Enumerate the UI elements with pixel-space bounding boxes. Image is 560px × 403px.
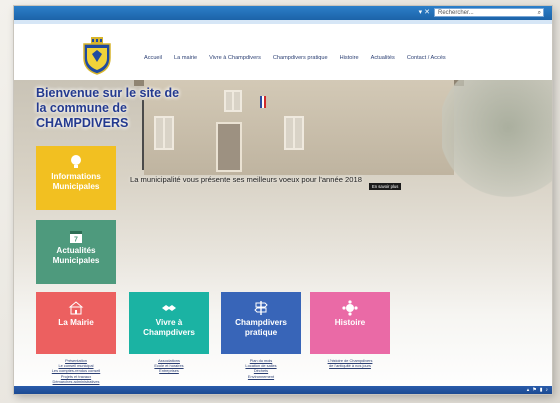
- search-input[interactable]: Rechercher... ⌕: [434, 8, 544, 17]
- link-item[interactable]: Entreprises: [129, 368, 209, 373]
- nav-accueil[interactable]: Accueil: [144, 55, 162, 61]
- search-icon[interactable]: ⌕: [538, 9, 541, 17]
- search-placeholder: Rechercher...: [438, 10, 474, 16]
- mairie-links: Présentation Le conseil municipal Les co…: [36, 358, 116, 384]
- svg-text:7: 7: [74, 237, 78, 244]
- link-item[interactable]: Environnement: [221, 374, 301, 379]
- main-nav: Accueil La mairie Vivre à Champdivers Ch…: [144, 55, 446, 61]
- slide-caption: La municipalité vous présente ses meille…: [130, 175, 362, 184]
- town-hall-icon: [68, 301, 84, 315]
- tile-label: Champdivers pratique: [235, 318, 287, 337]
- handshake-icon: [162, 305, 176, 311]
- coat-of-arms-logo[interactable]: [80, 36, 114, 76]
- welcome-title: Bienvenue sur le site de la commune de C…: [36, 86, 180, 130]
- town-hall-photo: [144, 80, 454, 175]
- link-item[interactable]: Démarches administratives: [36, 379, 116, 384]
- network-icon[interactable]: ▮: [540, 386, 543, 394]
- nav-contact[interactable]: Contact / Accès: [407, 55, 446, 61]
- vivre-links: Associations Ecole et horaires Entrepris…: [129, 358, 209, 374]
- tile-label: Histoire: [334, 318, 366, 327]
- tile-label: Actualités Municipales: [52, 246, 100, 265]
- nav-pratique[interactable]: Champdivers pratique: [273, 55, 328, 61]
- tile-vivre-a-champdivers[interactable]: Vivre à Champdivers: [129, 292, 209, 354]
- tree: [442, 80, 552, 200]
- tile-label: La Mairie: [58, 318, 94, 327]
- tile-actualites-municipales[interactable]: 7 Actualités Municipales: [36, 220, 116, 284]
- flag-icon[interactable]: ⚑: [532, 386, 536, 394]
- taskbar: ▴ ⚑ ▮ ♪: [14, 386, 552, 394]
- nav-actualites[interactable]: Actualités: [371, 55, 395, 61]
- tile-label: Vivre à Champdivers: [143, 318, 195, 337]
- tile-informations-municipales[interactable]: Informations Municipales: [36, 146, 116, 210]
- system-tray: ▴ ⚑ ▮ ♪: [527, 386, 548, 394]
- tile-champdivers-pratique[interactable]: Champdivers pratique: [221, 292, 301, 354]
- pratique-links: Plan du mois Location de salles Déchets …: [221, 358, 301, 379]
- signpost-icon: [254, 301, 268, 315]
- link-item[interactable]: de l'antiquité à nos jours: [310, 363, 390, 368]
- lightbulb-icon: [71, 155, 81, 168]
- door: [216, 122, 242, 172]
- arrow-up-icon[interactable]: ▴: [527, 386, 530, 394]
- hero-section: Bienvenue sur le site de la commune de C…: [14, 80, 552, 394]
- monitor-frame: ▾ ✕ Rechercher... ⌕ Accueil La mairie Vi…: [0, 0, 560, 403]
- more-button[interactable]: En savoir plus: [369, 183, 402, 190]
- tile-histoire[interactable]: Histoire: [310, 292, 390, 354]
- window: [284, 116, 304, 150]
- browser-toolbar: ▾ ✕ Rechercher... ⌕: [14, 6, 552, 20]
- nav-histoire[interactable]: Histoire: [340, 55, 359, 61]
- tile-la-mairie[interactable]: La Mairie: [36, 292, 116, 354]
- flag: [260, 96, 266, 108]
- ornament-icon: [342, 300, 358, 316]
- calendar-icon: 7: [70, 231, 82, 244]
- dropdown-arrow-icon[interactable]: ▾ ✕: [419, 8, 430, 16]
- window: [224, 90, 242, 112]
- site-header: Accueil La mairie Vivre à Champdivers Ch…: [14, 24, 552, 80]
- nav-la-mairie[interactable]: La mairie: [174, 55, 197, 61]
- speaker-icon[interactable]: ♪: [546, 386, 549, 394]
- browser-window: ▾ ✕ Rechercher... ⌕ Accueil La mairie Vi…: [14, 6, 552, 394]
- nav-vivre[interactable]: Vivre à Champdivers: [209, 55, 261, 61]
- tile-label: Informations Municipales: [51, 172, 101, 191]
- histoire-links: L'histoire de Champdivers de l'antiquité…: [310, 358, 390, 368]
